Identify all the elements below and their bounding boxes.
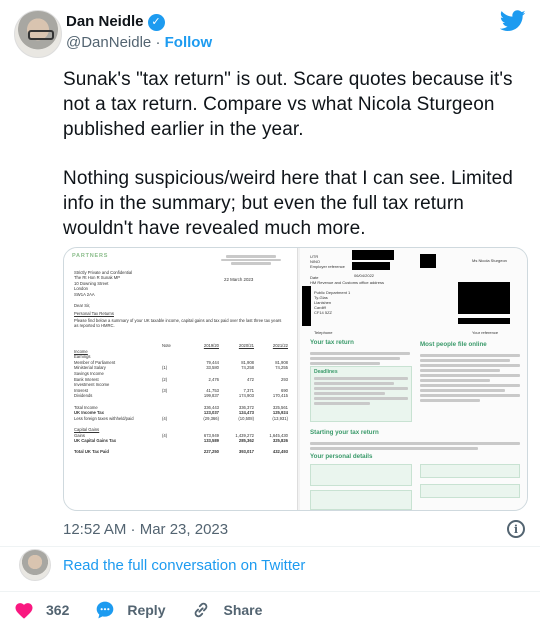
table-cell: Total UK Tax Paid bbox=[74, 449, 109, 455]
share-button[interactable]: Share bbox=[191, 600, 262, 620]
header-label: HM Revenue and Customs office address bbox=[310, 280, 384, 285]
online-title: Most people file online bbox=[420, 341, 487, 348]
deadlines-title: Deadlines bbox=[314, 369, 338, 375]
table-cell: 432,493 bbox=[272, 449, 288, 455]
letter-date: 22 March 2023 bbox=[224, 277, 254, 282]
nino-box bbox=[420, 484, 520, 498]
address-box bbox=[310, 490, 412, 510]
tweet-header: Dan Neidle ✓ @DanNeidle · Follow bbox=[14, 10, 528, 58]
text-block bbox=[420, 352, 520, 404]
author-avatar[interactable] bbox=[14, 10, 62, 58]
author-handle-row: @DanNeidle · Follow bbox=[66, 33, 212, 53]
tax-summary-table: Note 2019/20 2020/21 2021/22 Income Earni… bbox=[74, 343, 288, 455]
personal-title: Your personal details bbox=[310, 453, 373, 460]
reply-button[interactable]: Reply bbox=[95, 600, 165, 620]
author-handle[interactable]: @DanNeidle bbox=[66, 34, 151, 51]
tweet-text: Sunak's "tax return" is out. Scare quote… bbox=[63, 67, 533, 241]
redaction-bar bbox=[458, 282, 510, 314]
table-cell bbox=[162, 449, 184, 455]
tweet-media-image[interactable]: PARTNERS 22 March 2023 Strictly Private … bbox=[63, 247, 528, 511]
personal-box bbox=[310, 464, 412, 486]
redaction-bar bbox=[352, 262, 390, 270]
heart-icon bbox=[15, 603, 33, 619]
table-row: Total UK Tax Paid 227,250 393,017 432,493 bbox=[74, 449, 288, 455]
reply-icon bbox=[97, 601, 114, 619]
letter-address: Strictly Private and Confidential The Rt… bbox=[74, 270, 184, 317]
partners-logo: PARTNERS bbox=[72, 253, 109, 259]
hmrc-office-address: Public Department 1 Ty-Glas Llanishen Ca… bbox=[314, 290, 394, 315]
redaction-bar bbox=[458, 318, 510, 324]
letter-heading: Personal Tax Returns bbox=[74, 311, 114, 317]
handle-separator: · bbox=[155, 34, 161, 51]
author-info: Dan Neidle ✓ @DanNeidle · Follow bbox=[66, 12, 212, 53]
like-button[interactable]: 362 bbox=[14, 601, 69, 619]
office-line: CF14 5ZZ bbox=[314, 310, 333, 315]
letterhead-small-print bbox=[216, 254, 286, 266]
table-body: Income Earnings Member of Parliament 79,444… bbox=[74, 349, 288, 455]
table-cell: 227,250 bbox=[203, 449, 219, 455]
follow-button[interactable]: Follow bbox=[165, 34, 213, 51]
tweet-actions: 362 Reply Share bbox=[14, 599, 288, 621]
deadlines-box: Deadlines bbox=[310, 366, 412, 422]
conversation-avatar[interactable] bbox=[19, 549, 51, 581]
sturgeon-tax-return-document: UTR NINO Employer reference Date HM Reve… bbox=[300, 248, 527, 510]
tweet-timestamp[interactable]: 12:52 AM · Mar 23, 2023 bbox=[63, 520, 228, 540]
text-block bbox=[310, 440, 520, 452]
table-cell: 393,017 bbox=[238, 449, 254, 455]
section-title: Your tax return bbox=[310, 339, 354, 346]
share-label: Share bbox=[223, 602, 263, 618]
twitter-bird-icon[interactable] bbox=[500, 10, 526, 32]
author-name-row[interactable]: Dan Neidle ✓ bbox=[66, 12, 212, 32]
like-count: 362 bbox=[46, 602, 70, 618]
share-link-icon bbox=[195, 602, 208, 618]
telephone-label: Telephone bbox=[314, 330, 333, 335]
letter-intro: Please find below a summary of your UK t… bbox=[74, 318, 282, 329]
author-display-name[interactable]: Dan Neidle bbox=[66, 12, 144, 32]
redaction-bar bbox=[420, 254, 436, 268]
your-reference-label: Your reference bbox=[472, 330, 499, 335]
redaction-bar bbox=[352, 250, 394, 260]
divider bbox=[0, 591, 540, 592]
redaction-bar bbox=[302, 286, 311, 326]
read-conversation-link[interactable]: Read the full conversation on Twitter bbox=[63, 556, 305, 576]
info-icon[interactable]: i bbox=[507, 520, 525, 538]
start-title: Starting your tax return bbox=[310, 429, 379, 436]
tweet-paragraph-2: Nothing suspicious/weird here that I can… bbox=[63, 168, 513, 239]
sunak-tax-summary-document: PARTNERS 22 March 2023 Strictly Private … bbox=[64, 248, 298, 510]
return-date: 06/04/2022 bbox=[354, 273, 375, 278]
verified-badge-icon: ✓ bbox=[147, 13, 165, 31]
phone-box bbox=[420, 464, 520, 478]
reply-label: Reply bbox=[127, 602, 166, 618]
divider bbox=[0, 546, 540, 547]
text-block bbox=[310, 350, 410, 367]
recipient-name: Ms Nicola Sturgeon bbox=[472, 258, 507, 263]
tweet-paragraph-1: Sunak's "tax return" is out. Scare quote… bbox=[63, 69, 513, 140]
